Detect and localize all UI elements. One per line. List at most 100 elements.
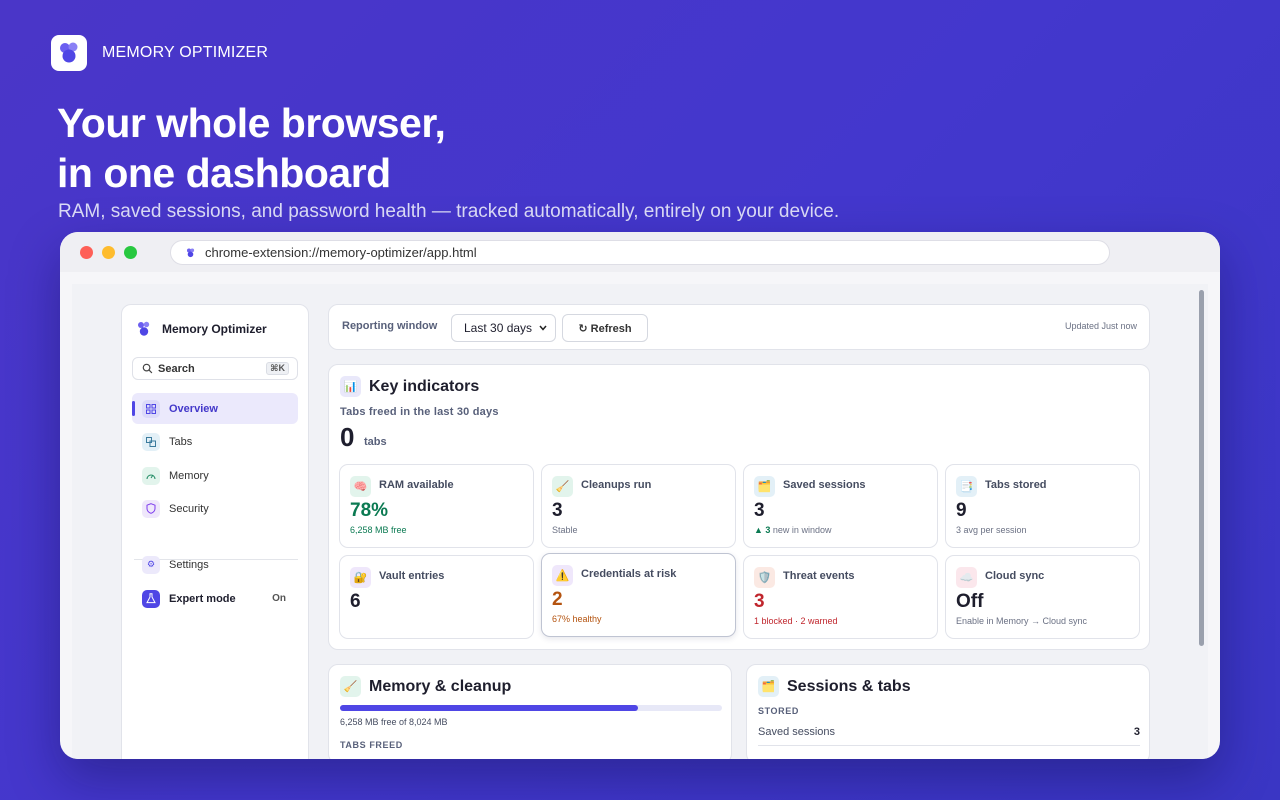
browser-window: chrome-extension://memory-optimizer/app.… xyxy=(60,232,1220,759)
maximize-window-button[interactable] xyxy=(124,246,137,259)
memory-progress-fill xyxy=(340,705,638,711)
folder-icon: 🗂️ xyxy=(754,476,775,497)
tile-sub: Enable in Memory → Cloud sync xyxy=(956,616,1088,626)
hero-title-line2: in one dashboard xyxy=(57,150,391,196)
sidebar-item-label: Settings xyxy=(169,558,209,571)
section-label: TABS FREED xyxy=(340,740,403,750)
key-indicators-title: 📊 Key indicators xyxy=(340,376,479,397)
broom-icon: 🧹 xyxy=(552,476,573,497)
address-bar[interactable]: chrome-extension://memory-optimizer/app.… xyxy=(170,240,1110,265)
section-label: STORED xyxy=(758,706,799,716)
minimize-window-button[interactable] xyxy=(102,246,115,259)
lock-icon: 🔐 xyxy=(350,567,371,588)
scrollbar[interactable] xyxy=(1199,290,1204,646)
tabs-freed-value: 0 xyxy=(340,422,355,452)
tile-label: Threat events xyxy=(783,570,855,582)
tile-value: Off xyxy=(956,591,984,612)
hero-subtitle: RAM, saved sessions, and password health… xyxy=(58,201,840,222)
tile-label: Cloud sync xyxy=(985,570,1045,582)
tile-label: Vault entries xyxy=(379,570,445,582)
sidebar-item-tabs[interactable]: Tabs xyxy=(132,426,298,457)
tile-credentials-at-risk[interactable]: ⚠️ Credentials at risk 2 67% healthy xyxy=(541,553,736,637)
sidebar-item-label: Overview xyxy=(169,402,218,415)
tile-cleanups-run[interactable]: 🧹 Cleanups run 3 Stable xyxy=(541,464,736,548)
tile-sub: 67% healthy xyxy=(552,614,602,624)
tile-value: 6 xyxy=(350,591,361,612)
memory-cleanup-card: 🧹 Memory & cleanup 6,258 MB free of 8,02… xyxy=(328,664,732,759)
cloud-icon: ☁️ xyxy=(956,567,977,588)
reporting-window-select[interactable]: Last 30 days xyxy=(451,314,556,342)
sidebar-item-settings[interactable]: ⚙ Settings xyxy=(132,549,298,580)
broom-icon: 🧹 xyxy=(340,676,361,697)
memory-logo-icon xyxy=(51,35,87,71)
memory-usage-text: 6,258 MB free of 8,024 MB xyxy=(340,717,448,727)
reporting-window-label: Reporting window xyxy=(342,320,438,332)
app-viewport: Memory Optimizer Search ⌘K Overview Tabs… xyxy=(72,284,1208,759)
app-logo-icon xyxy=(135,319,153,339)
search-label: Search xyxy=(158,362,195,375)
expert-mode-toggle[interactable]: Expert mode On xyxy=(132,583,298,614)
sidebar-item-label: Tabs xyxy=(169,435,193,448)
tile-value: 3 xyxy=(754,500,765,521)
tile-value: 9 xyxy=(956,500,967,521)
close-window-button[interactable] xyxy=(80,246,93,259)
tile-sub: 1 blocked · 2 warned xyxy=(754,616,838,626)
tile-value: 3 xyxy=(754,591,765,612)
key-indicators-card: 📊 Key indicators Tabs freed in the last … xyxy=(328,364,1150,650)
shield-icon xyxy=(142,499,160,518)
search-input[interactable]: Search ⌘K xyxy=(132,357,298,380)
gear-icon: ⚙ xyxy=(142,555,160,574)
document-icon: 📑 xyxy=(956,476,977,497)
tile-value: 3 xyxy=(552,500,563,521)
address-bar-url: chrome-extension://memory-optimizer/app.… xyxy=(205,245,477,260)
chevron-down-icon xyxy=(538,321,548,338)
tile-label: Cleanups run xyxy=(581,479,652,491)
chart-icon: 📊 xyxy=(340,376,361,397)
search-icon xyxy=(142,363,153,374)
refresh-button[interactable]: ↻ Refresh xyxy=(562,314,648,342)
tile-label: RAM available xyxy=(379,479,454,491)
gauge-icon xyxy=(142,466,160,485)
tile-sub: 3 avg per session xyxy=(956,525,1027,535)
hero-title: Your whole browser, in one dashboard xyxy=(57,98,446,198)
sidebar-item-overview[interactable]: Overview xyxy=(132,393,298,424)
tabs-freed-label: Tabs freed in the last 30 days xyxy=(340,406,499,418)
memory-progress-bar xyxy=(340,705,722,711)
sessions-tabs-card: 🗂️ Sessions & tabs STORED Saved sessions… xyxy=(746,664,1150,759)
app-name: Memory Optimizer xyxy=(162,322,267,336)
tabs-freed-unit: tabs xyxy=(364,436,387,448)
sidebar: Memory Optimizer Search ⌘K Overview Tabs… xyxy=(121,304,309,759)
sessions-tabs-title: 🗂️ Sessions & tabs xyxy=(758,676,911,697)
card-title-text: Sessions & tabs xyxy=(787,677,911,695)
brand-header: MEMORY OPTIMIZER xyxy=(51,35,268,71)
browser-titlebar: chrome-extension://memory-optimizer/app.… xyxy=(60,232,1220,272)
tile-label: Tabs stored xyxy=(985,479,1047,491)
tile-saved-sessions[interactable]: 🗂️ Saved sessions 3 ▲ 3 new in window xyxy=(743,464,938,548)
flask-icon xyxy=(142,589,160,608)
tile-value: 2 xyxy=(552,589,563,610)
last-updated-text: Updated Just now xyxy=(1064,321,1137,331)
sidebar-item-label: Security xyxy=(169,502,209,515)
folder-icon: 🗂️ xyxy=(758,676,779,697)
reporting-window-value: Last 30 days xyxy=(464,321,533,335)
card-title-text: Memory & cleanup xyxy=(369,677,512,695)
list-item: Saved sessions 3 xyxy=(758,726,1140,746)
tile-sub: 6,258 MB free xyxy=(350,525,407,535)
row-label: Saved sessions xyxy=(758,726,836,738)
sidebar-header: Memory Optimizer xyxy=(135,319,267,339)
tabs-icon xyxy=(142,432,160,451)
sidebar-item-memory[interactable]: Memory xyxy=(132,460,298,491)
tile-sub-text: new in window xyxy=(770,525,832,535)
tile-tabs-stored[interactable]: 📑 Tabs stored 9 3 avg per session xyxy=(945,464,1140,548)
tile-vault-entries[interactable]: 🔐 Vault entries 6 xyxy=(339,555,534,639)
tile-value: 78% xyxy=(350,500,389,521)
tile-sub: Stable xyxy=(552,525,578,535)
extension-icon xyxy=(184,246,197,259)
row-value: 3 xyxy=(1133,726,1140,738)
sidebar-item-security[interactable]: Security xyxy=(132,493,298,524)
tile-threat-events[interactable]: 🛡️ Threat events 3 1 blocked · 2 warned xyxy=(743,555,938,639)
tile-sub: ▲ 3 new in window xyxy=(754,525,831,535)
reporting-toolbar: Reporting window Last 30 days ↻ Refresh … xyxy=(328,304,1150,350)
tile-ram-available[interactable]: 🧠 RAM available 78% 6,258 MB free xyxy=(339,464,534,548)
tile-cloud-sync[interactable]: ☁️ Cloud sync Off Enable in Memory → Clo… xyxy=(945,555,1140,639)
